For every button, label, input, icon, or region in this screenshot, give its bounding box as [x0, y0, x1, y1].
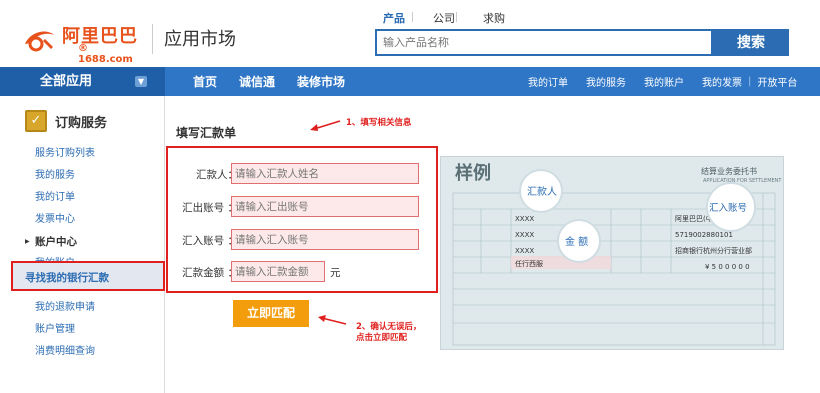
nav-decoration-market[interactable]: 装修市场 [297, 73, 345, 90]
nav-my-orders[interactable]: 我的订单 [528, 74, 568, 89]
all-apps-menu[interactable]: 全部应用 ▼ [0, 67, 165, 96]
header-divider [152, 24, 153, 54]
sidebar-item-invoice-center[interactable]: 发票中心 [35, 209, 95, 231]
sample-form-title: 结算业务委托书 [701, 166, 757, 176]
tab-company[interactable]: 公司 [433, 10, 455, 26]
nav-my-account[interactable]: 我的账户 [644, 74, 684, 89]
sidebar-item-consumption-query[interactable]: 消费明细查询 [35, 341, 95, 363]
nav-chengxintong[interactable]: 诚信通 [239, 73, 275, 90]
annotation-step-2-line-2: 点击立即匹配 [356, 333, 408, 343]
bubble-amount: 金 额 [557, 219, 601, 263]
logo-text-en: ® 1688.com [78, 43, 133, 65]
sidebar-item-find-bank-remittance[interactable]: 寻找我的银行汇款 [25, 270, 109, 285]
amount-label: 汇款金额 ： [182, 267, 238, 279]
bubble-incoming-account: 汇入账号 [706, 182, 756, 232]
sample-value-1: XXXX [515, 215, 534, 223]
sample-form-subtitle: APPLICATION FOR SETTLEMENT [703, 178, 782, 184]
bubble-incoming-account-label: 汇入账号 [709, 203, 747, 214]
sample-slip-image: 样例 结算业务委托书 APPLICATION FOR SETTLEMENT XX… [441, 157, 783, 349]
nav-my-services[interactable]: 我的服务 [586, 74, 626, 89]
form-title: 填写汇款单 [176, 126, 237, 140]
sidebar: ✓ 订购服务 服务订购列表 我的服务 我的订单 发票中心 账户中心 我的账户 账… [0, 96, 165, 393]
form-row-outgoing-account: 汇出账号 ： [168, 196, 440, 218]
tab-separator [412, 12, 413, 22]
outgoing-account-label: 汇出账号 ： [182, 202, 238, 214]
all-apps-label: 全部应用 [40, 74, 93, 89]
sample-value-8: ¥ 5 0 0 0 0 0 [705, 263, 750, 271]
bubble-amount-label: 金 额 [565, 235, 588, 248]
bubble-remitter-label: 汇款人 [527, 185, 557, 198]
nav-open-platform[interactable]: 开放平台 [757, 74, 797, 89]
sample-value-4: 任行西服 [515, 259, 543, 268]
arrow-left-icon [318, 315, 347, 325]
incoming-account-label: 汇入账号 ： [182, 235, 238, 247]
remittance-form: 汇款人： 汇出账号 ： 汇入账号 ： 汇款金额 ： 元 [166, 146, 438, 293]
search-input[interactable] [375, 29, 713, 56]
sidebar-header: ✓ 订购服务 [25, 110, 107, 132]
sample-value-2: XXXX [515, 231, 534, 239]
amount-unit: 元 [330, 267, 341, 279]
main-navbar: 全部应用 ▼ 首页 诚信通 装修市场 我的订单 我的服务 我的账户 我的发票 |… [0, 67, 820, 96]
tab-product[interactable]: 产品 [383, 10, 405, 26]
chevron-down-icon: ▼ [135, 76, 147, 87]
sidebar-item-my-orders[interactable]: 我的订单 [35, 187, 95, 209]
sidebar-group-account-center[interactable]: 账户中心 [25, 231, 95, 253]
nav-my-invoices[interactable]: 我的发票 [702, 74, 742, 89]
sidebar-title: 订购服务 [55, 115, 108, 131]
sample-value-3: XXXX [515, 247, 534, 255]
match-now-button[interactable]: 立即匹配 [233, 300, 309, 327]
arrow-left-icon [310, 120, 341, 131]
bubble-remitter: 汇款人 [519, 169, 563, 213]
nav-user-links: 我的订单 我的服务 我的账户 我的发票 | 开放平台 [528, 67, 815, 96]
alibaba-logo-mark-icon [25, 31, 54, 52]
incoming-account-input[interactable] [231, 229, 419, 250]
nav-separator: | [748, 76, 752, 87]
sidebar-item-refund-requests[interactable]: 我的退款申请 [35, 297, 95, 319]
form-row-amount: 汇款金额 ： 元 [168, 261, 440, 283]
sample-value-6: 5719002880101 [675, 231, 733, 239]
sidebar-list: 服务订购列表 我的服务 我的订单 发票中心 账户中心 我的账户 账户明细 我的退… [25, 143, 95, 363]
form-row-incoming-account: 汇入账号 ： [168, 229, 440, 251]
sidebar-item-service-list[interactable]: 服务订购列表 [35, 143, 95, 165]
nav-home[interactable]: 首页 [193, 73, 217, 90]
tab-buying[interactable]: 求购 [483, 10, 505, 26]
checkmark-icon: ✓ [25, 110, 47, 132]
tab-separator [456, 12, 457, 22]
sample-remittance-slip: 样例 结算业务委托书 APPLICATION FOR SETTLEMENT XX… [440, 156, 784, 350]
remitter-name-input[interactable] [231, 163, 419, 184]
outgoing-account-input[interactable] [231, 196, 419, 217]
annotation-step-1: 1、填写相关信息 [346, 118, 412, 128]
sidebar-item-my-services[interactable]: 我的服务 [35, 165, 95, 187]
search-button[interactable]: 搜索 [713, 29, 789, 56]
nav-main-links: 首页 诚信通 装修市场 [193, 67, 367, 96]
sample-value-7: 招商银行杭州分行营业部 [675, 246, 752, 255]
amount-input[interactable] [231, 261, 325, 282]
search-type-tabs: 产品 公司 求购 [383, 10, 533, 26]
sample-value-5: 阿里巴巴(中 [675, 214, 713, 223]
alibaba-logo[interactable]: 阿里巴巴 ® 1688.com [22, 22, 144, 65]
sidebar-item-account-management[interactable]: 账户管理 [35, 319, 95, 341]
form-row-remitter: 汇款人： [168, 163, 440, 185]
app-title: 应用市场 [164, 29, 236, 50]
sample-title: 样例 [455, 162, 491, 184]
